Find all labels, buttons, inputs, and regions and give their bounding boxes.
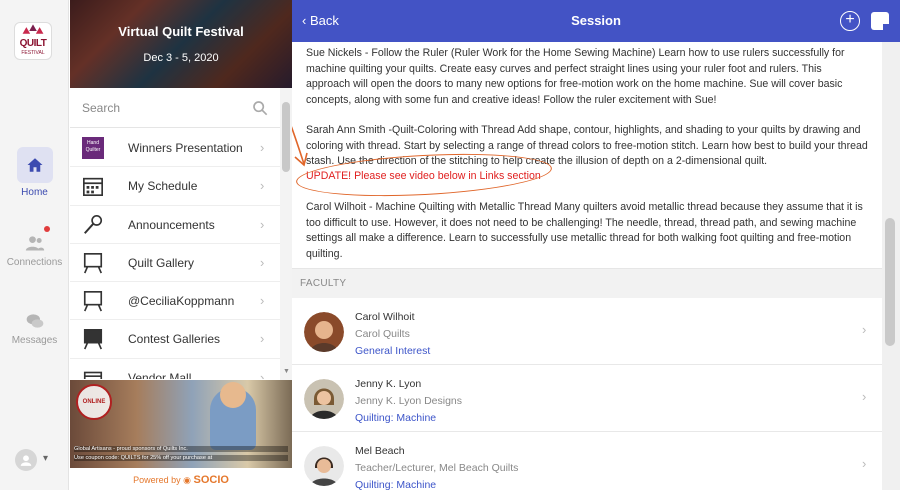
event-banner: Virtual Quilt Festival Dec 3 - 5, 2020 — [70, 0, 292, 88]
page-title: Session — [571, 13, 621, 28]
powered-by-prefix: Powered by — [133, 475, 181, 485]
menu-item-my-schedule[interactable]: My Schedule › — [70, 167, 280, 206]
left-rail: QUILT FESTIVAL Home Connections Messages… — [0, 0, 69, 490]
plus-icon: + — [845, 11, 855, 28]
menu-item-label: @CeciliaKoppmann — [128, 294, 235, 309]
people-icon — [25, 236, 44, 251]
faculty-row-carol-wilhoit[interactable]: Carol Wilhoit Carol Quilts General Inter… — [292, 298, 882, 365]
rail-messages-label: Messages — [11, 335, 58, 346]
rail-messages[interactable]: Messages — [0, 311, 69, 346]
faculty-track[interactable]: Quilting: Machine — [355, 479, 436, 490]
annotation-arrow-icon — [292, 126, 308, 167]
note-icon[interactable] — [871, 12, 889, 30]
easel-icon — [83, 291, 103, 312]
festival-logo[interactable]: QUILT FESTIVAL — [14, 22, 52, 60]
menu-item-label: Quilt Gallery — [128, 255, 195, 270]
menu-item-vendor-mall[interactable]: Vendor Mall › — [70, 359, 280, 379]
scroll-down-icon[interactable]: ▼ — [283, 368, 290, 375]
notification-dot — [44, 226, 50, 232]
search-icon[interactable] — [252, 100, 268, 116]
sponsor-ad[interactable]: ONLINE Global Artisans - proud sponsors … — [70, 380, 292, 468]
menu-item-announcements[interactable]: Announcements › — [70, 206, 280, 244]
panel-scrollbar-thumb[interactable] — [282, 102, 290, 172]
microphone-icon — [84, 214, 103, 234]
user-icon — [20, 455, 32, 466]
menu-item-winners-presentation[interactable]: Hand Quilter Winners Presentation › — [70, 129, 280, 168]
search-input[interactable]: Search — [82, 101, 120, 115]
socio-logo-icon: ◉ — [183, 475, 191, 485]
chevron-right-icon: › — [260, 331, 265, 347]
session-view: ‹ Back Session + Sue Nickels - Follow th… — [292, 0, 900, 490]
add-button[interactable]: + — [840, 11, 860, 31]
chevron-right-icon: › — [862, 456, 867, 471]
chevron-right-icon: › — [260, 140, 265, 155]
store-icon — [83, 371, 103, 379]
menu-item-contest-galleries[interactable]: Contest Galleries › — [70, 320, 280, 359]
powered-by-brand: SOCIO — [193, 474, 229, 486]
menu-item-label: Vendor Mall — [128, 370, 192, 379]
top-bar: ‹ Back Session + — [292, 0, 900, 42]
user-avatar[interactable] — [15, 449, 37, 471]
menu-item-label: Winners Presentation — [128, 141, 243, 155]
chevron-right-icon: › — [260, 254, 265, 270]
rail-home-label: Home — [21, 187, 48, 198]
menu-item-cecilia-koppmann[interactable]: @CeciliaKoppmann › — [70, 282, 280, 321]
chevron-right-icon: › — [260, 293, 265, 309]
search-bar[interactable]: Search — [70, 88, 280, 128]
home-icon — [27, 158, 42, 172]
chevron-right-icon: › — [260, 178, 265, 194]
chat-icon — [26, 314, 43, 328]
app-window: QUILT FESTIVAL Home Connections Messages… — [0, 0, 900, 490]
faculty-row-mel-beach[interactable]: Mel Beach Teacher/Lecturer, Mel Beach Qu… — [292, 432, 882, 490]
easel-icon — [83, 252, 103, 274]
faculty-row-jenny-lyon[interactable]: Jenny K. Lyon Jenny K. Lyon Designs Quil… — [292, 365, 882, 432]
navigation-panel: Virtual Quilt Festival Dec 3 - 5, 2020 S… — [70, 0, 292, 490]
chevron-right-icon: › — [260, 369, 265, 379]
faculty-name: Carol Wilhoit — [355, 311, 415, 323]
content-scrollbar[interactable] — [882, 42, 900, 490]
calendar-icon — [83, 178, 103, 197]
session-description-3: Carol Wilhoit - Machine Quilting with Me… — [306, 201, 863, 260]
session-content: Sue Nickels - Follow the Ruler (Ruler Wo… — [292, 42, 882, 490]
avatar — [304, 446, 344, 486]
powered-by[interactable]: Powered by ◉ SOCIO — [70, 468, 292, 490]
logo-mark-icon — [22, 24, 44, 34]
chevron-right-icon: › — [862, 389, 867, 404]
chevron-right-icon: › — [862, 322, 867, 337]
content-scrollbar-thumb[interactable] — [885, 218, 895, 346]
logo-word: QUILT — [19, 38, 47, 49]
menu-item-label: Contest Galleries — [128, 332, 221, 347]
faculty-name: Mel Beach — [355, 445, 405, 457]
ad-illustration-head — [220, 382, 246, 408]
ad-stamp: ONLINE — [76, 384, 112, 420]
rail-connections-label: Connections — [6, 257, 63, 268]
faculty-track[interactable]: General Interest — [355, 345, 430, 357]
menu-item-quilt-gallery[interactable]: Quilt Gallery › — [70, 244, 280, 283]
chevron-right-icon: › — [260, 216, 265, 232]
panel-scrollbar[interactable]: ▼ — [280, 88, 292, 380]
rail-connections[interactable]: Connections — [0, 233, 69, 268]
navigation-menu: Hand Quilter Winners Presentation › My S… — [70, 129, 280, 379]
easel-icon — [83, 329, 103, 350]
faculty-header: FACULTY — [292, 268, 882, 298]
ad-line-1: Global Artisans - proud sponsors of Quil… — [74, 446, 288, 452]
menu-item-label: Announcements — [128, 217, 215, 232]
faculty-org: Jenny K. Lyon Designs — [355, 395, 463, 407]
rail-home[interactable]: Home — [0, 147, 69, 198]
chevron-down-icon[interactable]: ▾ — [43, 453, 48, 464]
hq-logo-icon: Hand Quilter — [82, 137, 104, 159]
ad-line-2: Use coupon code: QUILTS for 25% off your… — [74, 455, 288, 461]
event-dates: Dec 3 - 5, 2020 — [143, 52, 219, 64]
session-description-1: Sue Nickels - Follow the Ruler (Ruler Wo… — [306, 47, 845, 106]
avatar — [304, 379, 344, 419]
faculty-track[interactable]: Quilting: Machine — [355, 412, 436, 424]
event-title: Virtual Quilt Festival — [118, 24, 244, 39]
faculty-org: Teacher/Lecturer, Mel Beach Quilts — [355, 462, 519, 474]
menu-item-label: My Schedule — [128, 179, 198, 194]
faculty-header-label: FACULTY — [300, 278, 347, 289]
logo-subtitle: FESTIVAL — [21, 50, 45, 56]
faculty-name: Jenny K. Lyon — [355, 378, 422, 390]
avatar — [304, 312, 344, 352]
faculty-org: Carol Quilts — [355, 328, 410, 340]
